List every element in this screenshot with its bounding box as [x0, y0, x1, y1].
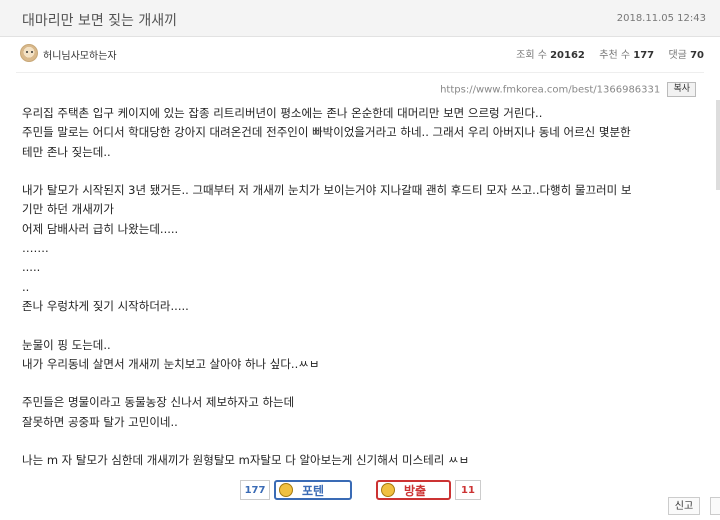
body-line: 어제 담배사러 급히 나왔는데.....: [22, 221, 179, 236]
recommend-count: 177: [633, 50, 655, 61]
body-line: [22, 432, 702, 451]
body-line: .....: [22, 260, 41, 275]
body-line: [22, 316, 702, 335]
body-line: 잘못하면 공중파 탈가 고민이네..: [22, 414, 178, 429]
upvote-label: 포텐: [302, 484, 325, 498]
report-button[interactable]: 신고: [668, 497, 700, 515]
body-line: 나는 m 자 탈모가 심한데 개새끼가 원형탈모 m자탈모 다 알아보는게 신기…: [22, 453, 470, 468]
author-name[interactable]: 허니님사모하는자: [43, 47, 117, 62]
copy-url-button[interactable]: 복사: [667, 82, 696, 97]
upvote-face-icon: [279, 483, 293, 497]
upvote-count: 177: [240, 480, 270, 500]
downvote-button[interactable]: 방출: [376, 480, 451, 500]
body-line: 주민들은 명물이라고 동물농장 신나서 제보하자고 하는데: [22, 395, 295, 410]
downvote-count: 11: [455, 480, 481, 500]
body-line: 눈물이 핑 도는데..: [22, 337, 111, 352]
post-date: 2018.11.05 12:43: [616, 13, 706, 24]
body-line: …….: [22, 241, 49, 256]
views-label: 조회 수: [516, 50, 547, 61]
recommend-label: 추천 수: [599, 50, 631, 61]
post-header: 대마리만 보면 짖는 개새끼 2018.11.05 12:43: [0, 0, 720, 37]
post-body: 우리집 주택촌 입구 케이지에 있는 잡종 리트리버년이 평소에는 존나 온순한…: [22, 104, 702, 471]
comments-count: 70: [690, 50, 704, 61]
post-stats: 조회 수 20162 추천 수 177 댓글 70: [516, 46, 704, 61]
body-line: 주민들 말로는 어디서 학대당한 강아지 대려온건데 전주인이 빠박이었을거라고…: [22, 125, 631, 140]
source-url-row: https://www.fmkorea.com/best/1366986331 …: [440, 82, 696, 97]
upvote-button[interactable]: 포텐: [274, 480, 352, 500]
body-line: ..: [22, 279, 30, 294]
comments-label: 댓글: [668, 50, 687, 61]
body-line: [22, 162, 702, 181]
body-line: 존나 우렁차게 짖기 시작하더라.....: [22, 298, 189, 313]
body-line: [22, 374, 702, 393]
body-line: 테만 존나 짖는데..: [22, 144, 111, 159]
body-line: 기만 하던 개새끼가: [22, 202, 114, 217]
downvote-label: 방출: [404, 484, 427, 498]
source-url[interactable]: https://www.fmkorea.com/best/1366986331: [440, 85, 660, 96]
body-line: 내가 우리동네 살면서 개새끼 눈치보고 살아야 하나 싶다..ㅆㅂ: [22, 356, 320, 371]
scrollbar[interactable]: [716, 100, 720, 190]
divider: [16, 72, 704, 73]
body-line: 우리집 주택촌 입구 케이지에 있는 잡종 리트리버년이 평소에는 존나 온순한…: [22, 106, 543, 120]
body-line: 내가 탈모가 시작된지 3년 됐거든.. 그때부터 저 개새끼 눈치가 보이는거…: [22, 183, 632, 198]
avatar[interactable]: [20, 44, 38, 62]
downvote-face-icon: [381, 483, 395, 497]
views-count: 20162: [550, 50, 585, 61]
more-button[interactable]: [710, 497, 720, 515]
post-title: 대마리만 보면 짖는 개새끼: [22, 13, 178, 29]
